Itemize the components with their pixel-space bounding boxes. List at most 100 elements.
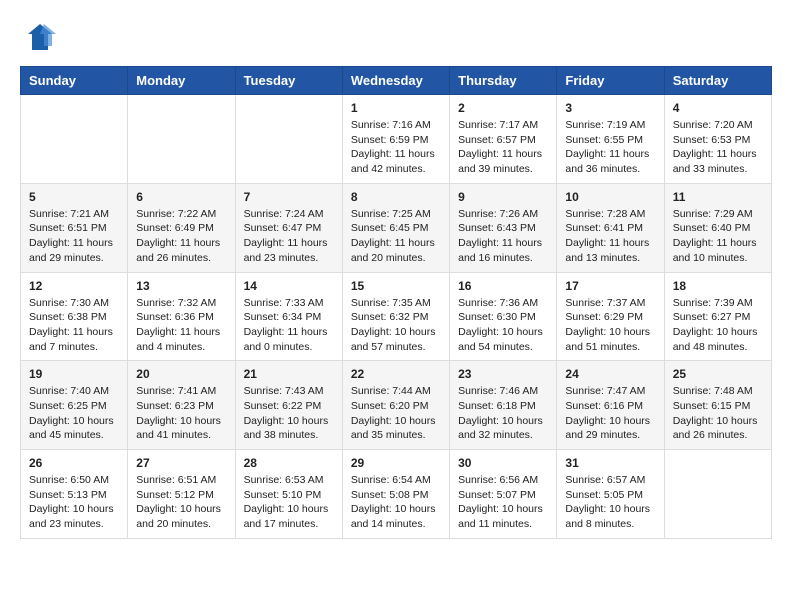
day-number: 7 [244, 190, 334, 204]
day-number: 14 [244, 279, 334, 293]
day-info: Sunrise: 7:29 AM Sunset: 6:40 PM Dayligh… [673, 207, 763, 266]
weekday-header: Thursday [450, 67, 557, 95]
day-info: Sunrise: 6:53 AM Sunset: 5:10 PM Dayligh… [244, 473, 334, 532]
calendar-cell: 30 Sunrise: 6:56 AM Sunset: 5:07 PM Dayli… [450, 450, 557, 539]
day-info: Sunrise: 7:26 AM Sunset: 6:43 PM Dayligh… [458, 207, 548, 266]
calendar-cell: 28 Sunrise: 6:53 AM Sunset: 5:10 PM Dayli… [235, 450, 342, 539]
day-info: Sunrise: 6:56 AM Sunset: 5:07 PM Dayligh… [458, 473, 548, 532]
day-info: Sunrise: 7:21 AM Sunset: 6:51 PM Dayligh… [29, 207, 119, 266]
calendar-cell: 22 Sunrise: 7:44 AM Sunset: 6:20 PM Dayli… [342, 361, 449, 450]
day-info: Sunrise: 7:25 AM Sunset: 6:45 PM Dayligh… [351, 207, 441, 266]
calendar-week-row: 5 Sunrise: 7:21 AM Sunset: 6:51 PM Daylig… [21, 183, 772, 272]
day-number: 9 [458, 190, 548, 204]
day-number: 18 [673, 279, 763, 293]
calendar-cell: 18Sunrise: 7:39 AM Sunset: 6:27 PM Dayli… [664, 272, 771, 361]
calendar-cell: 19 Sunrise: 7:40 AM Sunset: 6:25 PM Dayli… [21, 361, 128, 450]
calendar-cell: 21Sunrise: 7:43 AM Sunset: 6:22 PM Dayli… [235, 361, 342, 450]
day-number: 28 [244, 456, 334, 470]
weekday-header: Tuesday [235, 67, 342, 95]
calendar-cell [235, 95, 342, 184]
page-header [20, 20, 772, 56]
calendar-cell: 8 Sunrise: 7:25 AM Sunset: 6:45 PM Daylig… [342, 183, 449, 272]
calendar-cell: 16 Sunrise: 7:36 AM Sunset: 6:30 PM Dayli… [450, 272, 557, 361]
calendar-cell: 15Sunrise: 7:35 AM Sunset: 6:32 PM Dayli… [342, 272, 449, 361]
day-info: Sunrise: 7:37 AM Sunset: 6:29 PM Dayligh… [565, 296, 655, 355]
weekday-header: Wednesday [342, 67, 449, 95]
day-info: Sunrise: 7:30 AM Sunset: 6:38 PM Dayligh… [29, 296, 119, 355]
calendar-cell: 9 Sunrise: 7:26 AM Sunset: 6:43 PM Daylig… [450, 183, 557, 272]
calendar-cell: 4 Sunrise: 7:20 AM Sunset: 6:53 PM Daylig… [664, 95, 771, 184]
calendar-cell: 2Sunrise: 7:17 AM Sunset: 6:57 PM Daylig… [450, 95, 557, 184]
day-info: Sunrise: 7:46 AM Sunset: 6:18 PM Dayligh… [458, 384, 548, 443]
day-info: Sunrise: 7:32 AM Sunset: 6:36 PM Dayligh… [136, 296, 226, 355]
day-number: 24 [565, 367, 655, 381]
day-number: 6 [136, 190, 226, 204]
calendar-cell: 10 Sunrise: 7:28 AM Sunset: 6:41 PM Dayli… [557, 183, 664, 272]
calendar-header-row: SundayMondayTuesdayWednesdayThursdayFrid… [21, 67, 772, 95]
calendar-cell: 12 Sunrise: 7:30 AM Sunset: 6:38 PM Dayli… [21, 272, 128, 361]
day-number: 25 [673, 367, 763, 381]
calendar-week-row: 12 Sunrise: 7:30 AM Sunset: 6:38 PM Dayli… [21, 272, 772, 361]
calendar-cell: 24 Sunrise: 7:47 AM Sunset: 6:16 PM Dayli… [557, 361, 664, 450]
day-number: 3 [565, 101, 655, 115]
calendar-cell: 6 Sunrise: 7:22 AM Sunset: 6:49 PM Daylig… [128, 183, 235, 272]
calendar-cell: 29 Sunrise: 6:54 AM Sunset: 5:08 PM Dayli… [342, 450, 449, 539]
day-info: Sunrise: 7:44 AM Sunset: 6:20 PM Dayligh… [351, 384, 441, 443]
day-number: 11 [673, 190, 763, 204]
calendar-cell: 3 Sunrise: 7:19 AM Sunset: 6:55 PM Daylig… [557, 95, 664, 184]
day-info: Sunrise: 7:48 AM Sunset: 6:15 PM Dayligh… [673, 384, 763, 443]
day-number: 30 [458, 456, 548, 470]
day-info: Sunrise: 7:41 AM Sunset: 6:23 PM Dayligh… [136, 384, 226, 443]
day-number: 1 [351, 101, 441, 115]
calendar-cell: 14 Sunrise: 7:33 AM Sunset: 6:34 PM Dayli… [235, 272, 342, 361]
calendar-cell [21, 95, 128, 184]
calendar-week-row: 19 Sunrise: 7:40 AM Sunset: 6:25 PM Dayli… [21, 361, 772, 450]
calendar-table: SundayMondayTuesdayWednesdayThursdayFrid… [20, 66, 772, 539]
day-number: 19 [29, 367, 119, 381]
day-number: 23 [458, 367, 548, 381]
day-info: Sunrise: 6:54 AM Sunset: 5:08 PM Dayligh… [351, 473, 441, 532]
day-number: 22 [351, 367, 441, 381]
day-info: Sunrise: 7:20 AM Sunset: 6:53 PM Dayligh… [673, 118, 763, 177]
day-info: Sunrise: 7:22 AM Sunset: 6:49 PM Dayligh… [136, 207, 226, 266]
day-info: Sunrise: 7:19 AM Sunset: 6:55 PM Dayligh… [565, 118, 655, 177]
calendar-cell: 7 Sunrise: 7:24 AM Sunset: 6:47 PM Daylig… [235, 183, 342, 272]
day-info: Sunrise: 7:33 AM Sunset: 6:34 PM Dayligh… [244, 296, 334, 355]
day-number: 15 [351, 279, 441, 293]
day-info: Sunrise: 7:24 AM Sunset: 6:47 PM Dayligh… [244, 207, 334, 266]
calendar-cell: 23 Sunrise: 7:46 AM Sunset: 6:18 PM Dayli… [450, 361, 557, 450]
weekday-header: Saturday [664, 67, 771, 95]
day-info: Sunrise: 7:16 AM Sunset: 6:59 PM Dayligh… [351, 118, 441, 177]
calendar-cell: 17 Sunrise: 7:37 AM Sunset: 6:29 PM Dayli… [557, 272, 664, 361]
day-info: Sunrise: 7:28 AM Sunset: 6:41 PM Dayligh… [565, 207, 655, 266]
calendar-cell: 26 Sunrise: 6:50 AM Sunset: 5:13 PM Dayli… [21, 450, 128, 539]
day-number: 20 [136, 367, 226, 381]
calendar-week-row: 1 Sunrise: 7:16 AM Sunset: 6:59 PM Daylig… [21, 95, 772, 184]
day-number: 10 [565, 190, 655, 204]
calendar-week-row: 26 Sunrise: 6:50 AM Sunset: 5:13 PM Dayli… [21, 450, 772, 539]
day-number: 13 [136, 279, 226, 293]
day-number: 5 [29, 190, 119, 204]
day-info: Sunrise: 7:17 AM Sunset: 6:57 PM Dayligh… [458, 118, 548, 177]
calendar-cell [664, 450, 771, 539]
day-number: 8 [351, 190, 441, 204]
day-number: 29 [351, 456, 441, 470]
calendar-cell: 25 Sunrise: 7:48 AM Sunset: 6:15 PM Dayli… [664, 361, 771, 450]
day-info: Sunrise: 6:57 AM Sunset: 5:05 PM Dayligh… [565, 473, 655, 532]
day-info: Sunrise: 7:36 AM Sunset: 6:30 PM Dayligh… [458, 296, 548, 355]
day-number: 16 [458, 279, 548, 293]
day-number: 21 [244, 367, 334, 381]
day-number: 17 [565, 279, 655, 293]
calendar-cell: 11 Sunrise: 7:29 AM Sunset: 6:40 PM Dayli… [664, 183, 771, 272]
weekday-header: Friday [557, 67, 664, 95]
day-number: 12 [29, 279, 119, 293]
day-number: 26 [29, 456, 119, 470]
calendar-cell: 13 Sunrise: 7:32 AM Sunset: 6:36 PM Dayli… [128, 272, 235, 361]
day-number: 4 [673, 101, 763, 115]
day-info: Sunrise: 7:40 AM Sunset: 6:25 PM Dayligh… [29, 384, 119, 443]
day-info: Sunrise: 7:47 AM Sunset: 6:16 PM Dayligh… [565, 384, 655, 443]
day-info: Sunrise: 6:50 AM Sunset: 5:13 PM Dayligh… [29, 473, 119, 532]
calendar-cell [128, 95, 235, 184]
calendar-cell: 31Sunrise: 6:57 AM Sunset: 5:05 PM Dayli… [557, 450, 664, 539]
day-info: Sunrise: 6:51 AM Sunset: 5:12 PM Dayligh… [136, 473, 226, 532]
